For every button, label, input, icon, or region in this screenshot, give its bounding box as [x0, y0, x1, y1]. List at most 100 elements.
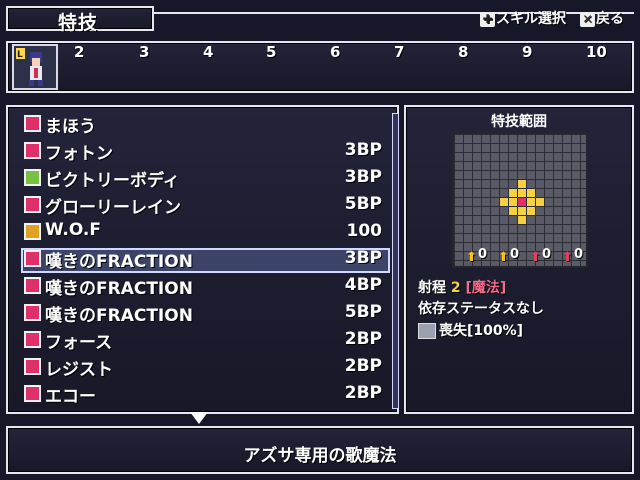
skill-row[interactable]: ビクトリーボディ 3BP [8, 164, 398, 191]
party-bar: L 2 3 4 5 6 7 8 9 10 [6, 41, 634, 93]
skill-row[interactable]: エコー 2BP [8, 380, 398, 407]
party-slot-6[interactable]: 6 [330, 43, 340, 61]
skill-description: アズサ専用の歌魔法 [243, 446, 397, 466]
range-cell [527, 189, 535, 197]
down-arrow-icon [190, 412, 208, 424]
party-slot-4[interactable]: 4 [203, 43, 213, 61]
direction-arrow-icon: ⬆ [466, 249, 477, 265]
range-label: 射程 [418, 280, 446, 296]
skill-cost: 4BP [344, 275, 382, 295]
skill-cost: 3BP [344, 248, 382, 268]
skill-row[interactable]: 嘆きのFRACTION 4BP [8, 272, 398, 299]
skill-name: レジスト [45, 360, 113, 380]
skill-row[interactable]: フォトン 3BP [8, 137, 398, 164]
direction-bonus-value: 0 [510, 247, 520, 262]
skill-cost: 3BP [344, 167, 382, 187]
skill-list: まほうフォトン 3BP ビクトリーボディ 3BP グローリーレイン 5BP W.O.F 100… [6, 105, 399, 414]
effect-text: 喪失[100%] [439, 323, 524, 339]
range-cell [518, 216, 526, 224]
title-panel: 特技 [6, 6, 154, 34]
description-panel: アズサ専用の歌魔法 [6, 426, 634, 474]
party-slot-7[interactable]: 7 [394, 43, 404, 61]
skill-name: フォース [45, 333, 113, 353]
vo-icon [24, 385, 41, 402]
skill-cost: 2BP [344, 329, 382, 349]
vo-icon [24, 331, 41, 348]
skill-name: W.O.F [45, 220, 101, 240]
skill-name: ビクトリーボディ [45, 171, 180, 191]
scrollbar[interactable] [392, 113, 399, 409]
direction-bonus: ⬆0 [562, 247, 584, 265]
range-cell [536, 198, 544, 206]
skill-row[interactable]: グローリーレイン 5BP [8, 191, 398, 218]
range-cell [518, 180, 526, 188]
range-type: [魔法] [465, 280, 507, 296]
direction-arrow-icon: ⬆ [562, 249, 573, 265]
back-label: 戻る [596, 11, 624, 27]
skill-name: 嘆きのFRACTION [45, 279, 193, 299]
vo-icon [24, 358, 41, 375]
skill-detail-panel: 特技範囲 ⬆0 ⬆0 ⬆0 ⬆0 射程 2 [魔法] 依存ステータスなし 喪失[100… [404, 105, 634, 414]
back-hint[interactable]: ✕ 戻る [580, 8, 624, 28]
skill-cost: 5BP [344, 194, 382, 214]
skill-row[interactable]: まほう [8, 110, 398, 137]
party-slot-10[interactable]: 10 [586, 43, 607, 61]
music-note-icon [24, 277, 41, 294]
skill-cost: 3BP [344, 140, 382, 160]
range-cell [527, 207, 535, 215]
direction-bonus-value: 0 [478, 247, 488, 262]
square-skill-icon [24, 196, 41, 213]
effect-info: 喪失[100%] [418, 320, 523, 340]
range-cell [500, 198, 508, 206]
party-slot-3[interactable]: 3 [139, 43, 149, 61]
range-cell [509, 189, 517, 197]
direction-bonus-value: 0 [542, 247, 552, 262]
music-note-icon [24, 304, 41, 321]
music-note-icon [24, 250, 41, 267]
skill-row[interactable]: レジスト 2BP [8, 353, 398, 380]
skill-cost: 100 [346, 221, 383, 241]
direction-bonus: ⬆0 [498, 247, 520, 265]
character-portrait[interactable]: L [12, 44, 58, 90]
x-button-icon: ✕ [580, 11, 595, 27]
skill-select-label: スキル選択 [496, 11, 566, 27]
skill-row[interactable]: 嘆きのFRACTION 5BP [8, 299, 398, 326]
skill-row[interactable]: フォース 2BP [8, 326, 398, 353]
range-cell [509, 207, 517, 215]
range-cell [509, 198, 517, 206]
plus-skill-icon [24, 169, 41, 186]
skill-select-hint[interactable]: ✚ スキル選択 [480, 8, 566, 28]
skill-cost: 2BP [344, 356, 382, 376]
page-title: 特技 [58, 12, 99, 34]
range-value: 2 [450, 280, 461, 296]
party-slot-9[interactable]: 9 [522, 43, 532, 61]
range-center-cell [518, 198, 526, 206]
gear-skill-icon [24, 223, 41, 240]
direction-arrow-icon: ⬆ [498, 249, 509, 265]
skill-name: グローリーレイン [45, 198, 181, 218]
party-slot-8[interactable]: 8 [458, 43, 468, 61]
skill-name: まほう [45, 117, 96, 137]
skill-row[interactable]: 嘆きのFRACTION 3BP [8, 245, 398, 272]
character-sprite-icon: L [16, 48, 43, 86]
status-dependency: 依存ステータスなし [418, 301, 544, 317]
party-slot-2[interactable]: 2 [74, 43, 84, 61]
range-cell [527, 198, 535, 206]
boot-icon [418, 323, 436, 339]
skill-cost: 5BP [344, 302, 382, 322]
square-skill-icon [24, 142, 41, 159]
skill-row[interactable]: W.O.F 100 [8, 218, 398, 244]
skill-name: 嘆きのFRACTION [45, 306, 193, 326]
direction-bonus: ⬆0 [530, 247, 552, 265]
skill-name: エコー [45, 387, 96, 407]
range-info: 射程 2 [魔法] [418, 277, 506, 297]
range-cell [518, 207, 526, 215]
skill-cost: 2BP [344, 383, 382, 403]
skill-name: フォトン [45, 144, 113, 164]
direction-bonus: ⬆0 [466, 247, 488, 265]
party-slot-5[interactable]: 5 [266, 43, 276, 61]
range-cell [518, 189, 526, 197]
direction-bonus-value: 0 [574, 247, 584, 262]
range-title: 特技範囲 [491, 114, 547, 130]
direction-arrow-icon: ⬆ [530, 249, 541, 265]
